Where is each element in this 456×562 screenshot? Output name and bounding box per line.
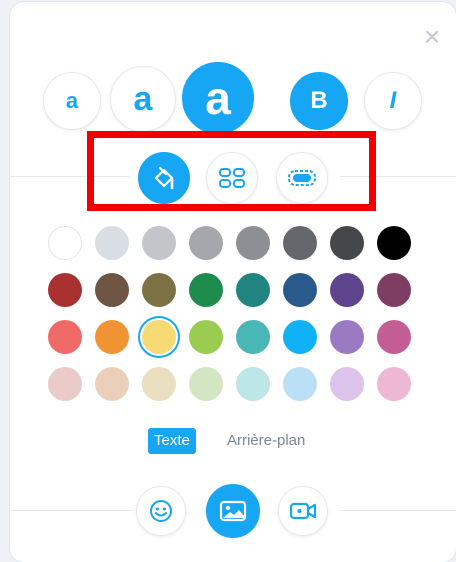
smiley-icon [150,500,172,522]
color-swatch[interactable] [48,226,82,260]
color-swatch[interactable] [377,367,411,401]
font-size-small-button[interactable]: a [43,72,101,130]
color-swatch[interactable] [330,320,364,354]
video-camera-icon [289,502,317,520]
color-swatch[interactable] [142,226,176,260]
size-large-label: a [205,72,231,124]
color-swatch[interactable] [236,226,270,260]
video-button[interactable] [278,486,328,536]
shapes-mode-button[interactable] [206,152,258,204]
color-swatch[interactable] [189,320,223,354]
color-swatch[interactable] [236,367,270,401]
color-swatch[interactable] [95,273,129,307]
shapes-icon [219,168,245,188]
color-swatch[interactable] [142,273,176,307]
color-swatch[interactable] [95,226,129,260]
italic-button[interactable]: I [364,72,422,130]
italic-label: I [389,87,397,114]
color-swatch[interactable] [283,273,317,307]
color-swatch[interactable] [48,273,82,307]
color-swatch[interactable] [48,320,82,354]
font-size-medium-button[interactable]: a [110,66,176,132]
image-button[interactable] [206,484,260,538]
color-swatch[interactable] [330,273,364,307]
color-swatch[interactable] [142,320,176,354]
color-swatch[interactable] [48,367,82,401]
color-swatch[interactable] [236,320,270,354]
bold-button[interactable]: B [290,72,348,130]
divider-bottom-right [340,510,456,511]
color-swatch[interactable] [95,320,129,354]
color-swatch[interactable] [377,273,411,307]
color-swatch[interactable] [236,273,270,307]
color-swatch[interactable] [95,367,129,401]
color-swatch[interactable] [189,273,223,307]
tab-text[interactable]: Texte [148,428,196,454]
bold-label: B [310,87,328,114]
color-swatch[interactable] [330,367,364,401]
emoji-button[interactable] [136,486,186,536]
size-small-label: a [65,88,79,113]
color-swatch[interactable] [283,320,317,354]
close-button[interactable]: × [419,23,445,51]
color-swatch[interactable] [330,226,364,260]
color-swatch[interactable] [142,367,176,401]
fill-mode-button[interactable] [138,152,190,204]
color-swatch[interactable] [283,367,317,401]
color-swatch[interactable] [377,226,411,260]
color-swatch[interactable] [283,226,317,260]
paint-bucket-icon [154,166,174,190]
divider-bottom-left [10,510,134,511]
dashed-rounded-rect-icon [288,170,316,186]
image-icon [219,500,247,522]
color-swatch[interactable] [189,367,223,401]
font-size-large-button[interactable]: a [182,62,254,134]
color-swatch[interactable] [189,226,223,260]
size-medium-label: a [133,79,153,118]
color-swatch[interactable] [377,320,411,354]
tab-background[interactable]: Arrière-plan [227,428,305,454]
border-mode-button[interactable] [276,152,328,204]
